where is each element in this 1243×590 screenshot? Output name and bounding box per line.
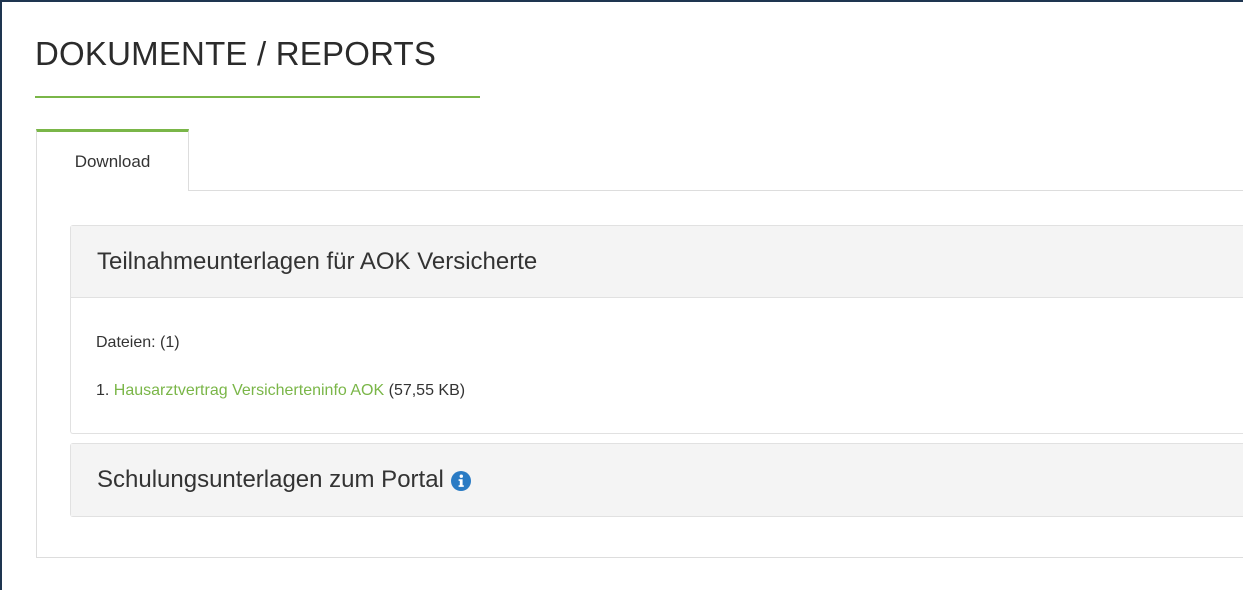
file-download-link[interactable]: Hausarztvertrag Versicherteninfo AOK — [114, 382, 384, 399]
file-size: (57,55 KB) — [388, 382, 466, 399]
file-index: 1. — [96, 382, 110, 399]
section-header-teilnahmeunterlagen[interactable]: Teilnahmeunterlagen für AOK Versicherte — [71, 226, 1243, 298]
section-header-schulungsunterlagen[interactable]: Schulungsunterlagen zum Portal — [71, 444, 1243, 516]
section-teilnahmeunterlagen: Teilnahmeunterlagen für AOK Versicherte … — [70, 225, 1243, 434]
section-title: Schulungsunterlagen zum Portal — [97, 466, 444, 493]
page-title: DOKUMENTE / REPORTS — [35, 35, 437, 72]
info-circle-icon[interactable] — [450, 470, 471, 491]
file-list-item: 1. Hausarztvertrag Versicherteninfo AOK … — [96, 382, 465, 400]
app-frame: DOKUMENTE / REPORTS Download Teilnahmeun… — [0, 0, 1243, 590]
section-schulungsunterlagen: Schulungsunterlagen zum Portal — [70, 443, 1243, 517]
title-underline — [35, 96, 480, 98]
tab-download[interactable]: Download — [36, 129, 189, 191]
files-count: Dateien: (1) — [96, 334, 180, 351]
section-title: Teilnahmeunterlagen für AOK Versicherte — [97, 247, 538, 275]
